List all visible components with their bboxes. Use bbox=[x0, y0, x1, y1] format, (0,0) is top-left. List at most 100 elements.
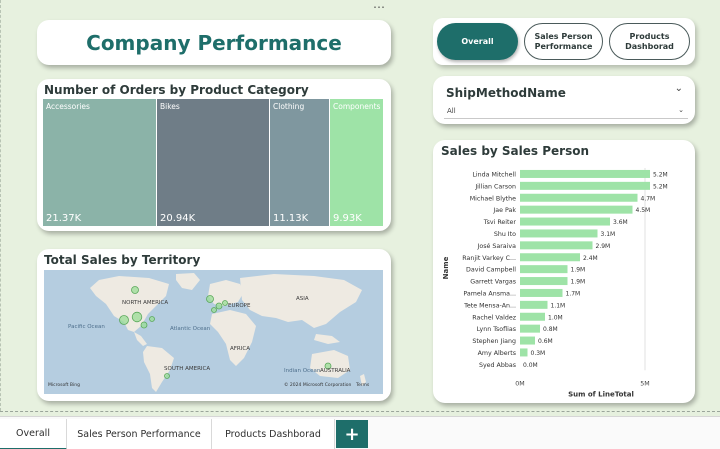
bar[interactable] bbox=[520, 193, 638, 202]
tile-label: Clothing bbox=[273, 102, 305, 111]
bar-category-label: José Saraiva bbox=[476, 242, 516, 250]
bar-category-label: Jae Pak bbox=[492, 207, 516, 214]
bar[interactable] bbox=[520, 205, 633, 214]
bar-category-label: David Campbell bbox=[466, 267, 516, 274]
treemap-title: Number of Orders by Product Category bbox=[44, 83, 309, 97]
page-title: Company Performance bbox=[86, 30, 342, 55]
map-attribution-copyright: © 2024 Microsoft Corporation bbox=[284, 383, 352, 388]
map-landmass bbox=[90, 273, 366, 392]
bar-value-label: 3.6M bbox=[613, 219, 628, 226]
map-ocean-atlantic: Atlantic Ocean bbox=[170, 326, 211, 332]
bar[interactable] bbox=[520, 336, 535, 345]
treemap-tile-clothing[interactable]: Clothing 11.13K bbox=[270, 99, 329, 226]
x-axis-title: Sum of LineTotal bbox=[568, 390, 634, 398]
map-label-africa: AFRICA bbox=[230, 346, 250, 352]
bar[interactable] bbox=[520, 169, 650, 178]
map-attribution-bing: Microsoft Bing bbox=[48, 383, 80, 388]
bar-category-label: Tete Mensa-An... bbox=[463, 302, 516, 309]
bar-category-label: Jillian Carson bbox=[474, 183, 516, 190]
bar-value-label: 2.9M bbox=[596, 243, 611, 250]
map-ocean-pacific: Pacific Ocean bbox=[68, 324, 105, 330]
bar-category-label: Tsvi Reiter bbox=[483, 219, 517, 226]
map-terms-link[interactable]: Terms bbox=[356, 383, 369, 388]
bar-value-label: 1.0M bbox=[548, 314, 563, 321]
bar-category-label: Rachel Valdez bbox=[472, 314, 516, 321]
bar-value-label: 5.2M bbox=[653, 171, 668, 178]
bar-value-label: 2.4M bbox=[583, 255, 598, 262]
bar-value-label: 0.8M bbox=[543, 326, 558, 333]
bar-category-label: Shu Ito bbox=[494, 231, 516, 238]
treemap-tile-bikes[interactable]: Bikes 20.94K bbox=[157, 99, 269, 226]
map-label-north-america: NORTH AMERICA bbox=[122, 300, 169, 306]
ellipsis-icon[interactable]: ⋯ bbox=[373, 1, 385, 13]
bar[interactable] bbox=[520, 300, 548, 309]
bar-value-label: 0.6M bbox=[538, 338, 553, 345]
bar-category-label: Pamela Ansma... bbox=[463, 290, 516, 297]
tile-label: Components bbox=[333, 102, 381, 111]
bar-category-label: Amy Alberts bbox=[478, 350, 516, 357]
overall-button[interactable]: Overall bbox=[437, 23, 518, 60]
bar-value-label: 5.2M bbox=[653, 183, 668, 190]
bar-value-label: 0.3M bbox=[531, 350, 546, 357]
chevron-down-icon[interactable]: ⌄ bbox=[675, 83, 683, 94]
bar[interactable] bbox=[520, 241, 593, 250]
map-label-australia: AUSTRALIA bbox=[320, 368, 351, 374]
bar[interactable] bbox=[520, 253, 580, 262]
bar-category-label: Lynn Tsoflias bbox=[477, 326, 516, 333]
bar[interactable] bbox=[520, 288, 563, 297]
bar-value-label: 4.5M bbox=[636, 207, 651, 214]
territory-map[interactable]: NORTH AMERICA EUROPE ASIA AFRICA SOUTH A… bbox=[44, 270, 383, 394]
bar-category-label: Michael Blythe bbox=[470, 195, 516, 202]
slicer-selected-value: All bbox=[447, 107, 456, 115]
title-card: Company Performance bbox=[37, 20, 391, 65]
tile-label: Bikes bbox=[160, 102, 180, 111]
bar-chart: Linda Mitchell 5.2M Jillian Carson 5.2M Mich… bbox=[442, 168, 668, 398]
sales-person-performance-label: Sales Person Performance bbox=[534, 31, 593, 51]
tab-sales-person-performance[interactable]: Sales Person Performance bbox=[67, 419, 212, 449]
products-dashboard-label: Products Dashborad bbox=[625, 31, 674, 51]
sales-by-person-card: Sales by Sales Person Linda Mitchell 5.2M… bbox=[433, 140, 695, 403]
bar[interactable] bbox=[520, 312, 545, 321]
tab-overall[interactable]: Overall bbox=[0, 419, 67, 449]
treemap-card: Number of Orders by Product Category Acc… bbox=[37, 79, 391, 231]
add-page-button[interactable]: + bbox=[336, 420, 368, 448]
bar-value-label: 1.7M bbox=[566, 290, 581, 297]
bar[interactable] bbox=[520, 277, 568, 286]
tile-value: 20.94K bbox=[160, 213, 196, 224]
report-canvas: ⋯ Company Performance Number of Orders b… bbox=[0, 0, 720, 412]
treemap-tile-components[interactable]: Components 9.93K bbox=[330, 99, 383, 226]
bar[interactable] bbox=[520, 217, 610, 226]
map-ocean-indian: Indian Ocean bbox=[284, 368, 321, 374]
bar[interactable] bbox=[520, 229, 598, 238]
bar-value-label: 1.1M bbox=[551, 302, 566, 309]
canvas-border bbox=[0, 0, 1, 411]
tile-value: 21.37K bbox=[46, 213, 82, 224]
ship-method-slicer: ShipMethodName ⌄ All ⌄ bbox=[433, 76, 695, 124]
y-axis-title: Name bbox=[442, 256, 450, 279]
tile-label: Accessories bbox=[46, 102, 90, 111]
bar-value-label: 4.7M bbox=[641, 195, 656, 202]
bar[interactable] bbox=[520, 348, 528, 357]
bar[interactable] bbox=[520, 265, 568, 274]
bar-category-label: Ranjit Varkey C... bbox=[462, 255, 516, 262]
bar-value-label: 0.0M bbox=[523, 362, 538, 369]
bar[interactable] bbox=[520, 181, 650, 190]
bar-category-label: Stephen Jiang bbox=[472, 338, 516, 345]
bar-value-label: 1.9M bbox=[571, 279, 586, 286]
products-dashboard-button[interactable]: Products Dashborad bbox=[609, 23, 690, 60]
bar[interactable] bbox=[520, 324, 540, 333]
x-tick-label: 0M bbox=[515, 380, 524, 387]
slicer-title: ShipMethodName bbox=[446, 86, 566, 100]
map-card: Total Sales by Territory NORTH AMERICA E… bbox=[37, 249, 391, 401]
map-title: Total Sales by Territory bbox=[44, 253, 201, 267]
bar-category-label: Garrett Vargas bbox=[470, 279, 516, 286]
slicer-dropdown[interactable]: All ⌄ bbox=[444, 105, 688, 119]
treemap-tile-accessories[interactable]: Accessories 21.37K bbox=[43, 99, 156, 226]
sales-person-performance-button[interactable]: Sales Person Performance bbox=[524, 23, 603, 60]
bar-value-label: 3.1M bbox=[601, 231, 616, 238]
tab-products-dashboard[interactable]: Products Dashborad bbox=[212, 419, 335, 449]
bar-category-label: Syed Abbas bbox=[479, 362, 516, 369]
map-label-south-america: SOUTH AMERICA bbox=[164, 366, 211, 372]
dropdown-chevron-icon: ⌄ bbox=[678, 106, 684, 114]
bar-value-label: 1.9M bbox=[571, 267, 586, 274]
